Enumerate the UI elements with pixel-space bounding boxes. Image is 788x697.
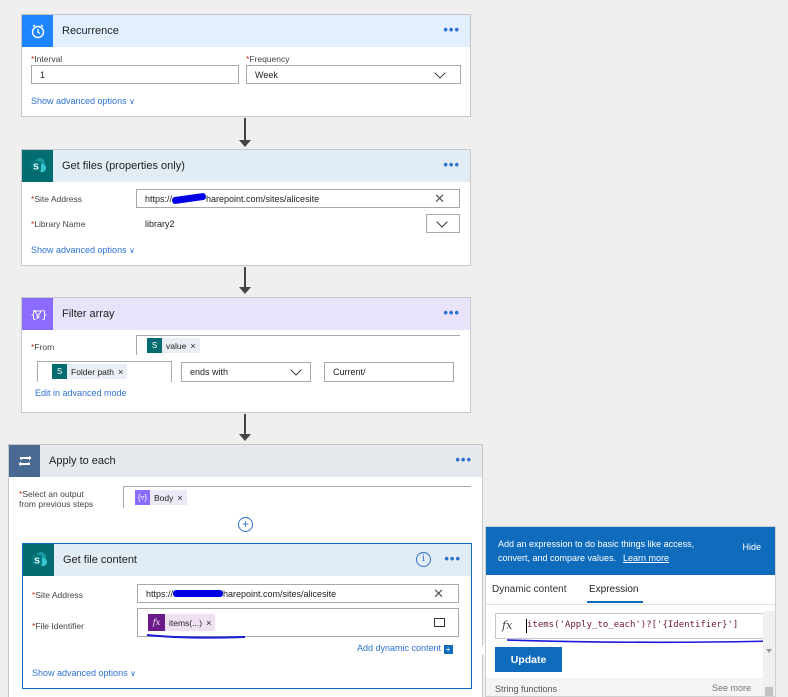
library-name-label: *Library Name (31, 219, 86, 229)
card-title: Get files (properties only) (62, 160, 185, 172)
hide-button[interactable]: Hide (742, 540, 761, 554)
card-title: Recurrence (62, 25, 119, 37)
interval-input[interactable]: 1 (31, 65, 239, 84)
apply-to-each-card[interactable]: Apply to each ••• *Select an output from… (8, 444, 483, 697)
recurrence-header[interactable]: Recurrence ••• (22, 15, 470, 47)
loop-icon (9, 445, 40, 477)
library-name-select[interactable]: library2 (136, 214, 460, 233)
expression-icon: fx (148, 614, 165, 631)
clear-icon[interactable]: ✕ (433, 586, 444, 602)
show-advanced-options-link[interactable]: Show advanced options ∨ (31, 245, 135, 255)
more-options-icon[interactable]: ••• (455, 452, 472, 467)
card-title: Apply to each (49, 455, 116, 467)
compare-value-input[interactable]: Current/ (324, 362, 454, 382)
site-address-label: *Site Address (32, 590, 84, 600)
annotation-underline (506, 639, 775, 644)
svg-text:S: S (33, 162, 39, 172)
info-icon[interactable]: i (416, 552, 431, 567)
frequency-label: *Frequency (246, 54, 290, 64)
svg-text:{: { (30, 308, 37, 321)
add-dynamic-content-link[interactable]: Add dynamic content + (357, 643, 453, 654)
filter-array-card[interactable]: {} Filter array ••• *From S value × S Fo… (21, 297, 471, 413)
value-token[interactable]: S value × (147, 338, 200, 353)
flow-arrowhead (239, 434, 251, 441)
scroll-down-arrow-icon[interactable] (766, 649, 772, 653)
flow-arrowhead (239, 140, 251, 147)
get-file-content-card[interactable]: S Get file content i ••• *Site Address h… (22, 543, 472, 689)
flow-arrow (244, 267, 246, 289)
sharepoint-icon: S (23, 544, 54, 576)
site-address-input[interactable]: https:// harepoint.com/sites/alicesite ✕ (136, 189, 460, 208)
fx-icon: fx (502, 619, 513, 632)
more-options-icon[interactable]: ••• (444, 551, 461, 566)
library-dropdown-button[interactable] (426, 214, 460, 233)
filter-icon: {▿} (135, 490, 150, 505)
expression-panel[interactable]: Add an expression to do basic things lik… (485, 526, 776, 697)
svg-text:}: } (41, 308, 47, 321)
show-advanced-options-link[interactable]: Show advanced options ∨ (31, 96, 135, 106)
card-title: Filter array (62, 308, 115, 320)
tab-expression-underline (587, 601, 643, 603)
panel-info-banner: Add an expression to do basic things lik… (486, 527, 775, 575)
learn-more-link[interactable]: Learn more (623, 551, 669, 565)
scroll-thumb[interactable] (765, 687, 773, 696)
body-token[interactable]: {▿} Body × (135, 490, 187, 505)
select-output-label: *Select an output from previous steps (19, 489, 94, 509)
site-address-input[interactable]: https:// harepoint.com/sites/alicesite ✕ (137, 584, 459, 603)
plus-circle-icon[interactable]: + (238, 517, 253, 532)
svg-text:S: S (34, 556, 40, 566)
panel-scrollbar[interactable] (763, 611, 775, 696)
panel-tabs: Dynamic content Expression (486, 575, 775, 605)
frequency-select[interactable]: Week (246, 65, 461, 84)
flow-arrowhead (239, 287, 251, 294)
show-advanced-options-link[interactable]: Show advanced options ∨ (32, 668, 136, 678)
apply-to-each-header[interactable]: Apply to each ••• (9, 445, 482, 477)
tab-expression[interactable]: Expression (589, 584, 638, 595)
folder-icon[interactable] (434, 618, 445, 627)
get-files-card[interactable]: S Get files (properties only) ••• *Site … (21, 149, 471, 266)
get-files-header[interactable]: S Get files (properties only) ••• (22, 150, 470, 182)
clear-icon[interactable]: ✕ (434, 191, 445, 207)
tab-dynamic-content[interactable]: Dynamic content (492, 584, 566, 595)
redaction-scribble (173, 590, 224, 597)
filter-array-header[interactable]: {} Filter array ••• (22, 298, 470, 330)
recurrence-card[interactable]: Recurrence ••• *Interval 1 *Frequency We… (21, 14, 471, 117)
operator-select[interactable]: ends with (181, 362, 311, 382)
see-more-link[interactable]: See more (712, 683, 751, 693)
remove-token-icon[interactable]: × (177, 493, 186, 503)
from-label: *From (31, 342, 55, 352)
sharepoint-icon: S (147, 338, 162, 353)
more-options-icon[interactable]: ••• (443, 22, 460, 37)
function-section-header: String functions See more (486, 678, 775, 696)
remove-token-icon[interactable]: × (190, 341, 199, 351)
expression-editor[interactable]: fx items('Apply_to_each')?['{Identifier}… (495, 613, 767, 639)
card-title: Get file content (63, 554, 137, 566)
more-options-icon[interactable]: ••• (443, 157, 460, 172)
file-identifier-label: *File Identifier (32, 621, 84, 631)
add-icon: + (443, 645, 453, 654)
get-file-content-header[interactable]: S Get file content i ••• (23, 544, 471, 576)
folder-path-token[interactable]: S Folder path × (52, 364, 128, 379)
chevron-down-icon (290, 364, 302, 376)
chevron-down-icon (436, 216, 448, 228)
site-address-label: *Site Address (31, 194, 83, 204)
flow-arrow (244, 118, 246, 142)
remove-token-icon[interactable]: × (118, 367, 127, 377)
update-button[interactable]: Update (495, 647, 562, 672)
clock-icon (22, 15, 53, 47)
more-options-icon[interactable]: ••• (443, 305, 460, 320)
flow-arrow (244, 414, 246, 436)
sharepoint-icon: S (52, 364, 67, 379)
expression-token[interactable]: fx items(...) × (148, 614, 216, 631)
remove-token-icon[interactable]: × (206, 618, 215, 628)
annotation-underline (146, 634, 246, 639)
redaction-scribble (171, 192, 207, 205)
interval-label: *Interval (31, 54, 63, 64)
edit-advanced-mode-link[interactable]: Edit in advanced mode (35, 388, 127, 398)
chevron-down-icon (434, 67, 446, 79)
sharepoint-icon: S (22, 150, 53, 182)
filter-icon: {} (22, 298, 53, 330)
expression-input[interactable]: items('Apply_to_each')?['{Identifier}'] (527, 620, 738, 630)
